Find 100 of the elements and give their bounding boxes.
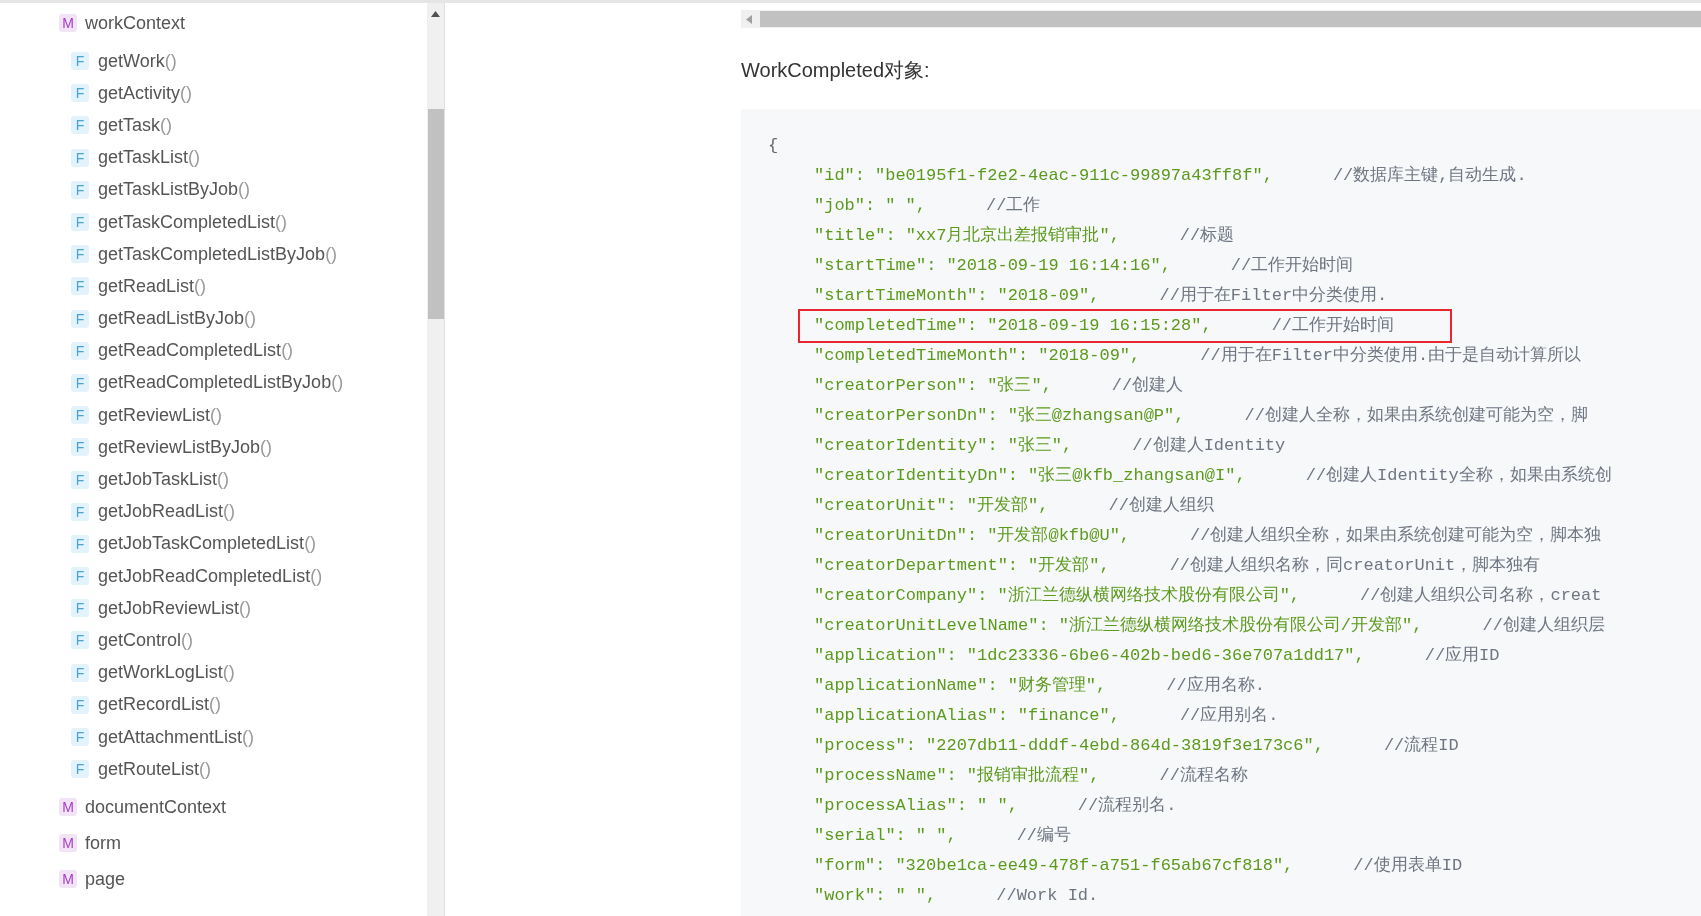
- code-key: "job":: [814, 193, 876, 219]
- code-value: "be0195f1-f2e2-4eac-911c-99897a43ff8f",: [875, 165, 1273, 188]
- function-name[interactable]: getJobReadList(): [98, 498, 236, 526]
- function-name[interactable]: getReadListByJob(): [98, 305, 257, 333]
- module-badge: M: [59, 834, 77, 853]
- function-badge: F: [71, 567, 89, 586]
- function-name[interactable]: getRouteList(): [98, 755, 212, 783]
- scrollbar-thumb[interactable]: [427, 109, 444, 319]
- function-name[interactable]: getReadCompletedListByJob(): [98, 369, 344, 397]
- code-key: "completedTime":: [814, 313, 978, 339]
- code-comment: //用于在Filter中分类使用.: [1159, 285, 1388, 308]
- code-comment: //标题: [1179, 225, 1235, 248]
- module-name[interactable]: form: [85, 829, 121, 857]
- code-key: "serial":: [814, 823, 906, 849]
- code-value: "开发部",: [1028, 555, 1110, 578]
- code-key: "creatorIdentityDn":: [814, 463, 1019, 489]
- code-value: " ",: [977, 795, 1018, 818]
- code-key: "applicationAlias":: [814, 703, 1008, 729]
- function-name[interactable]: getWorkLogList(): [98, 659, 235, 687]
- code-comment: //创建人Identity: [1132, 435, 1286, 458]
- code-comment: //流程名称: [1159, 764, 1248, 788]
- code-value: "1dc23336-6be6-402b-bed6-36e707a1dd17",: [966, 645, 1365, 668]
- code-key: "creatorUnit":: [814, 493, 957, 519]
- function-name[interactable]: getWork(): [98, 47, 177, 75]
- code-value: "财务管理",: [1007, 675, 1107, 698]
- code-comment: //工作: [986, 195, 1041, 218]
- code-value: " ",: [915, 825, 957, 848]
- code-comment: //应用名称.: [1166, 674, 1265, 698]
- code-value: "2018-09-19 16:14:16",: [946, 255, 1171, 278]
- code-key: "form":: [814, 853, 886, 879]
- function-name[interactable]: getJobTaskCompletedList(): [98, 530, 317, 558]
- code-comment: //创建人组织名称，同creatorUnit，脚本独有: [1169, 555, 1541, 578]
- code-value: "开发部@kfb@U",: [987, 525, 1131, 548]
- module-name[interactable]: documentContext: [85, 793, 227, 821]
- function-name[interactable]: getTaskCompletedList(): [98, 208, 288, 236]
- code-comment: //流程别名.: [1077, 794, 1177, 818]
- function-badge: F: [71, 277, 89, 296]
- code-comment: //应用ID: [1424, 644, 1500, 668]
- code-key: "creatorUnitDn":: [814, 523, 978, 549]
- function-name[interactable]: getControl(): [98, 626, 194, 654]
- code-value: "张三@zhangsan@P",: [1007, 405, 1185, 428]
- code-value: "finance",: [1017, 705, 1120, 728]
- function-badge: F: [71, 116, 89, 135]
- code-key: "id":: [814, 163, 865, 189]
- function-badge: F: [71, 373, 89, 392]
- function-name[interactable]: getReadList(): [98, 272, 207, 300]
- code-key: "applicationName":: [814, 673, 998, 699]
- function-badge: F: [71, 470, 89, 489]
- function-name[interactable]: getReviewListByJob(): [98, 433, 273, 461]
- function-badge: F: [71, 213, 89, 232]
- code-value: "xx7月北京出差报销审批",: [905, 224, 1120, 248]
- code-value: "2207db11-dddf-4ebd-864d-3819f3e173c6",: [926, 735, 1324, 758]
- scrollbar[interactable]: [427, 3, 444, 916]
- code-key: "work":: [814, 883, 886, 909]
- module-name[interactable]: workContext: [85, 9, 186, 37]
- code-comment: //工作开始时间: [1271, 315, 1395, 338]
- function-badge: F: [71, 663, 89, 682]
- code-comment: //用于在Filter中分类使用.由于是自动计算所以: [1200, 345, 1582, 368]
- function-name[interactable]: getJobReviewList(): [98, 594, 252, 622]
- function-badge: F: [71, 728, 89, 747]
- function-badge: F: [71, 180, 89, 199]
- function-name[interactable]: getReviewList(): [98, 401, 223, 429]
- code-comment: //创建人组织公司名称，creat: [1360, 585, 1602, 608]
- function-badge: F: [71, 438, 89, 457]
- scroll-up-icon[interactable]: [431, 11, 440, 17]
- code-key: "startTime":: [814, 253, 937, 279]
- code-key: "creatorPerson":: [814, 373, 978, 399]
- code-comment: //Work Id.: [996, 885, 1099, 908]
- module-badge: M: [59, 798, 77, 817]
- function-name[interactable]: getJobTaskList(): [98, 466, 230, 494]
- code-comment: //应用别名.: [1179, 704, 1279, 728]
- function-name[interactable]: getAttachmentList(): [98, 723, 255, 751]
- function-name[interactable]: getActivity(): [98, 79, 193, 107]
- module-badge: M: [59, 14, 77, 32]
- function-name[interactable]: getTaskList(): [98, 144, 201, 172]
- function-name[interactable]: getJobReadCompletedList(): [98, 562, 323, 590]
- function-name[interactable]: getTask(): [98, 111, 173, 139]
- code-key: "creatorUnitLevelName":: [814, 613, 1049, 639]
- scroll-left-icon[interactable]: [746, 14, 752, 24]
- code-value: "2018-09",: [997, 285, 1100, 308]
- function-name[interactable]: getRecordList(): [98, 691, 222, 719]
- code-key: "process":: [814, 733, 917, 759]
- code-key: "startTimeMonth":: [814, 283, 988, 309]
- function-name[interactable]: getReadCompletedList(): [98, 337, 294, 365]
- function-badge: F: [71, 631, 89, 650]
- module-name[interactable]: page: [85, 865, 126, 893]
- module-badge: M: [59, 870, 77, 889]
- code-value: "报销审批流程",: [966, 764, 1100, 788]
- function-name[interactable]: getTaskCompletedListByJob(): [98, 240, 338, 268]
- code-comment: //创建人全称，如果由系统创建可能为空，脚: [1244, 404, 1588, 428]
- code-value: "浙江兰德纵横网络技术股份有限公司/开发部",: [1058, 615, 1423, 638]
- function-name[interactable]: getTaskListByJob(): [98, 176, 251, 204]
- code-comment: //创建人组织全称，如果由系统创建可能为空，脚本独: [1190, 524, 1602, 548]
- code-value: " ",: [895, 885, 937, 908]
- code-key: "creatorDepartment":: [814, 553, 1019, 579]
- code-comment: //创建人组织层: [1482, 615, 1605, 638]
- function-badge: F: [71, 760, 89, 779]
- code-key: "processName":: [814, 763, 957, 789]
- function-badge: F: [71, 502, 89, 521]
- code-value: "张三@kfb_zhangsan@I",: [1028, 465, 1246, 488]
